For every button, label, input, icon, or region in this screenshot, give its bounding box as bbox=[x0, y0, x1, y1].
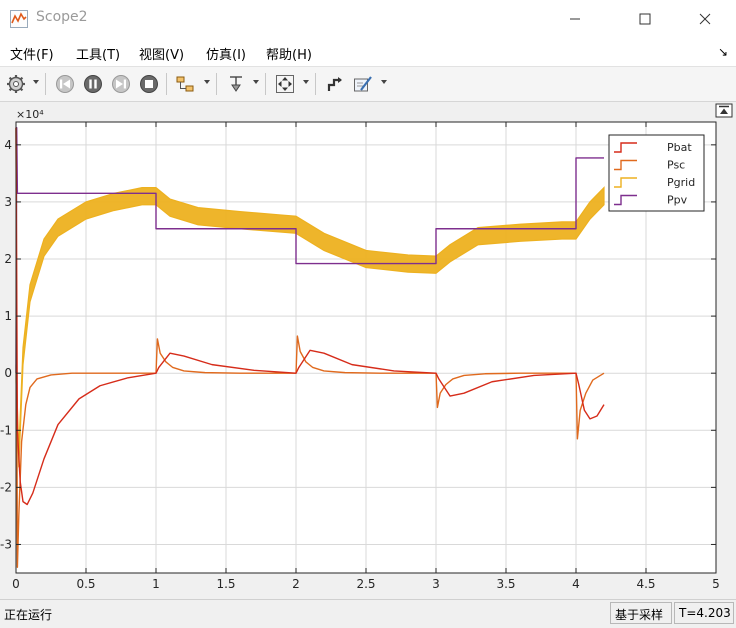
legend-label-pbat: Pbat bbox=[667, 141, 692, 154]
x-tick-label: 1.5 bbox=[216, 577, 235, 591]
legend-edit-button[interactable] bbox=[352, 73, 374, 95]
y-axis-exponent: ×10⁴ bbox=[16, 108, 44, 121]
highlight-block-icon bbox=[176, 76, 194, 92]
y-tick-label: 2 bbox=[4, 252, 12, 266]
zoom-dropdown-arrow[interactable] bbox=[303, 80, 309, 84]
sampling-mode: 基于采样 bbox=[610, 602, 672, 624]
stop-button[interactable] bbox=[138, 73, 160, 95]
close-icon bbox=[699, 13, 711, 25]
toolbar bbox=[0, 66, 736, 102]
y-tick-label: -2 bbox=[0, 480, 12, 494]
y-tick-label: 1 bbox=[4, 309, 12, 323]
style-icon bbox=[327, 77, 342, 91]
legend-dropdown-arrow[interactable] bbox=[381, 80, 387, 84]
cursor-measure-button[interactable] bbox=[225, 73, 247, 95]
zoom-fit-icon bbox=[276, 75, 294, 93]
close-button[interactable] bbox=[682, 0, 728, 38]
x-tick-label: 3 bbox=[432, 577, 440, 591]
x-tick-label: 2.5 bbox=[356, 577, 375, 591]
dock-arrow-icon[interactable]: ↘ bbox=[718, 45, 728, 59]
maximize-icon bbox=[639, 13, 651, 25]
zoom-fit-button[interactable] bbox=[274, 73, 296, 95]
matlab-scope-icon bbox=[10, 10, 28, 28]
x-tick-label: 0 bbox=[12, 577, 20, 591]
measure-dropdown-arrow[interactable] bbox=[253, 80, 259, 84]
highlight-dropdown-arrow[interactable] bbox=[204, 80, 210, 84]
legend-edit-icon bbox=[354, 76, 372, 92]
run-status: 正在运行 bbox=[4, 608, 53, 622]
y-tick-label: 3 bbox=[4, 195, 12, 209]
toolbar-separator bbox=[265, 73, 266, 95]
gear-icon bbox=[7, 75, 25, 93]
y-tick-label: 0 bbox=[4, 366, 12, 380]
pause-button[interactable] bbox=[82, 73, 104, 95]
step-forward-icon bbox=[112, 75, 130, 93]
minimize-icon bbox=[570, 18, 580, 20]
step-forward-button[interactable] bbox=[110, 73, 132, 95]
settings-dropdown-arrow[interactable] bbox=[33, 80, 39, 84]
style-button[interactable] bbox=[324, 73, 346, 95]
x-tick-label: 0.5 bbox=[76, 577, 95, 591]
x-tick-label: 3.5 bbox=[496, 577, 515, 591]
toolbar-separator bbox=[166, 73, 167, 95]
legend[interactable]: Pbat Psc Pgrid Ppv bbox=[608, 134, 705, 212]
legend-label-psc: Psc bbox=[667, 159, 685, 172]
menu-bar: 文件(F) 工具(T) 视图(V) 仿真(I) 帮助(H) ↘ bbox=[0, 38, 736, 66]
toolbar-separator bbox=[216, 73, 217, 95]
settings-button[interactable] bbox=[5, 73, 27, 95]
stop-icon bbox=[140, 75, 158, 93]
legend-label-ppv: Ppv bbox=[667, 194, 688, 207]
status-bar: 正在运行 基于采样 T=4.203 bbox=[0, 599, 736, 628]
step-back-button[interactable] bbox=[54, 73, 76, 95]
pause-icon bbox=[84, 75, 102, 93]
scope-plot-area: 0 0.5 1 1.5 2 2.5 3 3.5 4 4.5 5 -3 -2 -1 0 1 2 3 4 ×10⁴ Pb… bbox=[0, 102, 736, 598]
menu-file[interactable]: 文件(F) bbox=[10, 44, 54, 63]
undock-button[interactable] bbox=[715, 103, 733, 118]
y-tick-label: -3 bbox=[0, 537, 12, 551]
x-tick-label: 4 bbox=[572, 577, 580, 591]
y-tick-label: 4 bbox=[4, 138, 12, 152]
toolbar-separator bbox=[45, 73, 46, 95]
menu-tools[interactable]: 工具(T) bbox=[76, 44, 120, 63]
cursor-measure-icon bbox=[230, 76, 242, 92]
x-tick-label: 2 bbox=[292, 577, 300, 591]
legend-label-pgrid: Pgrid bbox=[667, 176, 695, 189]
x-tick-label: 4.5 bbox=[636, 577, 655, 591]
title-bar: Scope2 bbox=[0, 0, 736, 38]
x-tick-label: 1 bbox=[152, 577, 160, 591]
window-title: Scope2 bbox=[36, 9, 88, 25]
y-tick-label: -1 bbox=[0, 423, 12, 437]
minimize-button[interactable] bbox=[552, 0, 598, 38]
highlight-block-button[interactable] bbox=[175, 73, 197, 95]
time-readout: T=4.203 bbox=[674, 602, 734, 624]
menu-view[interactable]: 视图(V) bbox=[139, 44, 184, 63]
menu-help[interactable]: 帮助(H) bbox=[266, 44, 312, 63]
x-tick-label: 5 bbox=[712, 577, 720, 591]
scope-chart[interactable]: 0 0.5 1 1.5 2 2.5 3 3.5 4 4.5 5 -3 -2 -1 0 1 2 3 4 ×10⁴ Pb… bbox=[0, 102, 736, 598]
menu-simulation[interactable]: 仿真(I) bbox=[206, 44, 246, 63]
toolbar-separator bbox=[315, 73, 316, 95]
step-back-icon bbox=[56, 75, 74, 93]
maximize-button[interactable] bbox=[622, 0, 668, 38]
